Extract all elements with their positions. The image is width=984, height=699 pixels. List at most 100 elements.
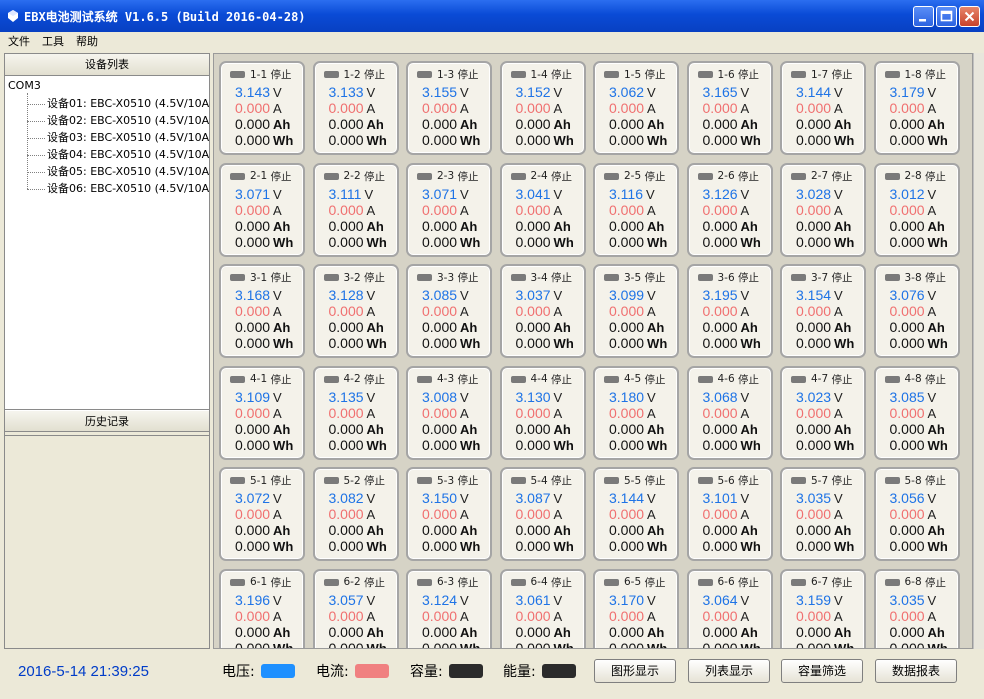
menu-file[interactable]: 文件 xyxy=(8,33,30,49)
current-value: 0.000 xyxy=(889,100,925,116)
list-view-button[interactable]: 列表显示 xyxy=(688,659,770,683)
capacity-reading: 0.000 Ah xyxy=(235,218,290,234)
current-reading: 0.000 A xyxy=(609,202,656,218)
channel-cell[interactable]: 1-6 停止 3.165 V 0.000 A 0.000 Ah 0.000 Wh xyxy=(686,61,773,155)
channel-cell[interactable]: 2-2 停止 3.111 V 0.000 A 0.000 Ah 0.000 Wh xyxy=(312,162,399,257)
channel-cell[interactable]: 1-7 停止 3.144 V 0.000 A 0.000 Ah 0.000 Wh xyxy=(780,61,866,155)
menu-tools[interactable]: 工具 xyxy=(42,33,64,49)
channel-cell[interactable]: 1-5 停止 3.062 V 0.000 A 0.000 Ah 0.000 Wh xyxy=(593,61,679,155)
channel-header: 5-7 停止 xyxy=(791,473,853,488)
channel-cell[interactable]: 6-7 停止 3.159 V 0.000 A 0.000 Ah 0.000 Wh xyxy=(780,568,866,649)
channel-cell[interactable]: 3-3 停止 3.085 V 0.000 A 0.000 Ah 0.000 Wh xyxy=(406,264,492,358)
tree-node-device[interactable]: 设备06: EBC-X0510 (4.5V/10A xyxy=(27,180,209,197)
channel-cell[interactable]: 5-8 停止 3.056 V 0.000 A 0.000 Ah 0.000 Wh xyxy=(873,467,960,561)
channel-cell[interactable]: 4-5 停止 3.180 V 0.000 A 0.000 Ah 0.000 Wh xyxy=(593,365,679,460)
channel-cell[interactable]: 6-2 停止 3.057 V 0.000 A 0.000 Ah 0.000 Wh xyxy=(312,568,399,648)
tree-node-device[interactable]: 设备01: EBC-X0510 (4.5V/10A xyxy=(27,95,209,112)
channel-cell[interactable]: 4-3 停止 3.008 V 0.000 A 0.000 Ah 0.000 Wh xyxy=(406,365,492,460)
channel-cell[interactable]: 4-8 停止 3.085 V 0.000 A 0.000 Ah 0.000 Wh xyxy=(873,365,960,460)
channel-cell[interactable]: 2-5 停止 3.116 V 0.000 A 0.000 Ah 0.000 Wh xyxy=(593,162,679,257)
energy-unit: Wh xyxy=(834,640,855,649)
minimize-button[interactable] xyxy=(913,6,934,27)
channel-cell[interactable]: 4-1 停止 3.109 V 0.000 A 0.000 Ah 0.000 Wh xyxy=(219,365,305,460)
channel-cell[interactable]: 3-2 停止 3.128 V 0.000 A 0.000 Ah 0.000 Wh xyxy=(312,264,399,358)
channel-cell[interactable]: 2-3 停止 3.071 V 0.000 A 0.000 Ah 0.000 Wh xyxy=(406,162,492,257)
channel-status: 停止 xyxy=(644,170,666,183)
voltage-unit: V xyxy=(647,389,656,405)
channel-cell[interactable]: 4-6 停止 3.068 V 0.000 A 0.000 Ah 0.000 Wh xyxy=(686,365,773,460)
channel-cell[interactable]: 6-3 停止 3.124 V 0.000 A 0.000 Ah 0.000 Wh xyxy=(406,568,492,649)
channel-cell[interactable]: 2-8 停止 3.012 V 0.000 A 0.000 Ah 0.000 Wh xyxy=(873,162,960,257)
channel-cell[interactable]: 3-8 停止 3.076 V 0.000 A 0.000 Ah 0.000 Wh xyxy=(873,264,960,358)
channel-cell[interactable]: 4-4 停止 3.130 V 0.000 A 0.000 Ah 0.000 Wh xyxy=(499,365,586,460)
channel-cell[interactable]: 4-2 停止 3.135 V 0.000 A 0.000 Ah 0.000 Wh xyxy=(312,365,399,460)
channel-cell[interactable]: 1-2 停止 3.133 V 0.000 A 0.000 Ah 0.000 Wh xyxy=(312,61,399,155)
channel-cell[interactable]: 2-4 停止 3.041 V 0.000 A 0.000 Ah 0.000 Wh xyxy=(499,162,586,257)
current-unit: A xyxy=(647,608,656,624)
vertical-scrollbar[interactable] xyxy=(973,53,984,649)
close-button[interactable] xyxy=(959,6,980,27)
status-led-icon xyxy=(697,477,713,484)
channel-cell[interactable]: 5-3 停止 3.150 V 0.000 A 0.000 Ah 0.000 Wh xyxy=(406,467,492,561)
channel-cell[interactable]: 6-8 停止 3.035 V 0.000 A 0.000 Ah 0.000 Wh xyxy=(873,568,960,648)
tree-node-port[interactable]: COM3 xyxy=(8,79,41,92)
channel-cell[interactable]: 3-4 停止 3.037 V 0.000 A 0.000 Ah 0.000 Wh xyxy=(499,264,586,358)
voltage-reading: 3.135 V xyxy=(329,389,376,405)
channel-cell[interactable]: 4-7 停止 3.023 V 0.000 A 0.000 Ah 0.000 Wh xyxy=(780,365,866,460)
channel-cell[interactable]: 6-1 停止 3.196 V 0.000 A 0.000 Ah 0.000 Wh xyxy=(219,568,305,648)
voltage-value: 3.008 xyxy=(422,388,458,405)
channel-cell[interactable]: 3-5 停止 3.099 V 0.000 A 0.000 Ah 0.000 Wh xyxy=(593,264,679,358)
capacity-unit: Ah xyxy=(834,218,852,234)
capacity-filter-button[interactable]: 容量筛选 xyxy=(781,659,863,683)
channel-status: 停止 xyxy=(831,69,853,81)
history-list[interactable] xyxy=(5,435,209,648)
channel-cell[interactable]: 5-2 停止 3.082 V 0.000 A 0.000 Ah 0.000 Wh xyxy=(312,467,399,561)
channel-header: 2-1 停止 xyxy=(230,169,292,184)
voltage-unit: V xyxy=(927,186,937,202)
channel-header: 5-8 停止 xyxy=(884,473,946,488)
channel-status: 停止 xyxy=(270,170,292,183)
channel-cell[interactable]: 2-7 停止 3.028 V 0.000 A 0.000 Ah 0.000 Wh xyxy=(780,162,866,257)
capacity-reading: 0.000 Ah xyxy=(703,523,758,539)
channel-header: 4-4 停止 xyxy=(510,372,572,387)
energy-value: 0.000 xyxy=(702,538,738,554)
channel-cell[interactable]: 5-4 停止 3.087 V 0.000 A 0.000 Ah 0.000 Wh xyxy=(499,467,586,561)
current-reading: 0.000 A xyxy=(609,608,656,624)
channel-cell[interactable]: 5-5 停止 3.144 V 0.000 A 0.000 Ah 0.000 Wh xyxy=(593,467,679,561)
voltage-unit: V xyxy=(927,288,937,303)
voltage-value: 3.133 xyxy=(328,84,364,100)
capacity-reading: 0.000 Ah xyxy=(422,320,477,336)
channel-cell[interactable]: 5-7 停止 3.035 V 0.000 A 0.000 Ah 0.000 Wh xyxy=(780,467,866,561)
channel-cell[interactable]: 6-5 停止 3.170 V 0.000 A 0.000 Ah 0.000 Wh xyxy=(593,568,679,648)
voltage-unit: V xyxy=(834,85,843,100)
channel-cell[interactable]: 3-7 停止 3.154 V 0.000 A 0.000 Ah 0.000 Wh xyxy=(780,264,866,358)
channel-cell[interactable]: 3-6 停止 3.195 V 0.000 A 0.000 Ah 0.000 Wh xyxy=(686,264,773,358)
channel-cell[interactable]: 1-1 停止 3.143 V 0.000 A 0.000 Ah 0.000 Wh xyxy=(219,61,305,155)
voltage-value: 3.109 xyxy=(235,388,271,405)
channel-cell[interactable]: 1-3 停止 3.155 V 0.000 A 0.000 Ah 0.000 Wh xyxy=(406,61,492,155)
current-reading: 0.000 A xyxy=(235,507,282,523)
tree-node-device[interactable]: 设备04: EBC-X0510 (4.5V/10A xyxy=(27,146,209,163)
voltage-value: 3.072 xyxy=(235,490,271,506)
data-report-button[interactable]: 数据报表 xyxy=(875,659,957,683)
channel-cell[interactable]: 6-4 停止 3.061 V 0.000 A 0.000 Ah 0.000 Wh xyxy=(499,568,586,648)
graph-view-button[interactable]: 图形显示 xyxy=(594,659,676,683)
channel-cell[interactable]: 3-1 停止 3.168 V 0.000 A 0.000 Ah 0.000 Wh xyxy=(219,264,305,358)
device-tree[interactable]: COM3 设备01: EBC-X0510 (4.5V/10A 设备02: EBC… xyxy=(5,76,209,410)
tree-node-device[interactable]: 设备02: EBC-X0510 (4.5V/10A xyxy=(27,112,209,129)
tree-node-device[interactable]: 设备05: EBC-X0510 (4.5V/10A xyxy=(27,163,209,180)
energy-unit: Wh xyxy=(460,640,481,649)
channel-cell[interactable]: 1-8 停止 3.179 V 0.000 A 0.000 Ah 0.000 Wh xyxy=(873,61,960,155)
channel-cell[interactable]: 1-4 停止 3.152 V 0.000 A 0.000 Ah 0.000 Wh xyxy=(499,61,586,155)
channel-cell[interactable]: 6-6 停止 3.064 V 0.000 A 0.000 Ah 0.000 Wh xyxy=(686,568,773,648)
capacity-unit: Ah xyxy=(460,523,478,538)
maximize-button[interactable] xyxy=(936,6,957,27)
energy-unit: Wh xyxy=(834,539,855,554)
channel-cell[interactable]: 2-6 停止 3.126 V 0.000 A 0.000 Ah 0.000 Wh xyxy=(686,162,773,257)
tree-node-device[interactable]: 设备03: EBC-X0510 (4.5V/10A xyxy=(27,129,209,146)
menu-help[interactable]: 帮助 xyxy=(76,33,98,49)
voltage-reading: 3.087 V xyxy=(516,491,563,507)
channel-cell[interactable]: 5-1 停止 3.072 V 0.000 A 0.000 Ah 0.000 Wh xyxy=(219,467,305,561)
channel-cell[interactable]: 2-1 停止 3.071 V 0.000 A 0.000 Ah 0.000 Wh xyxy=(219,162,305,257)
channel-cell[interactable]: 5-6 停止 3.101 V 0.000 A 0.000 Ah 0.000 Wh xyxy=(686,467,773,561)
